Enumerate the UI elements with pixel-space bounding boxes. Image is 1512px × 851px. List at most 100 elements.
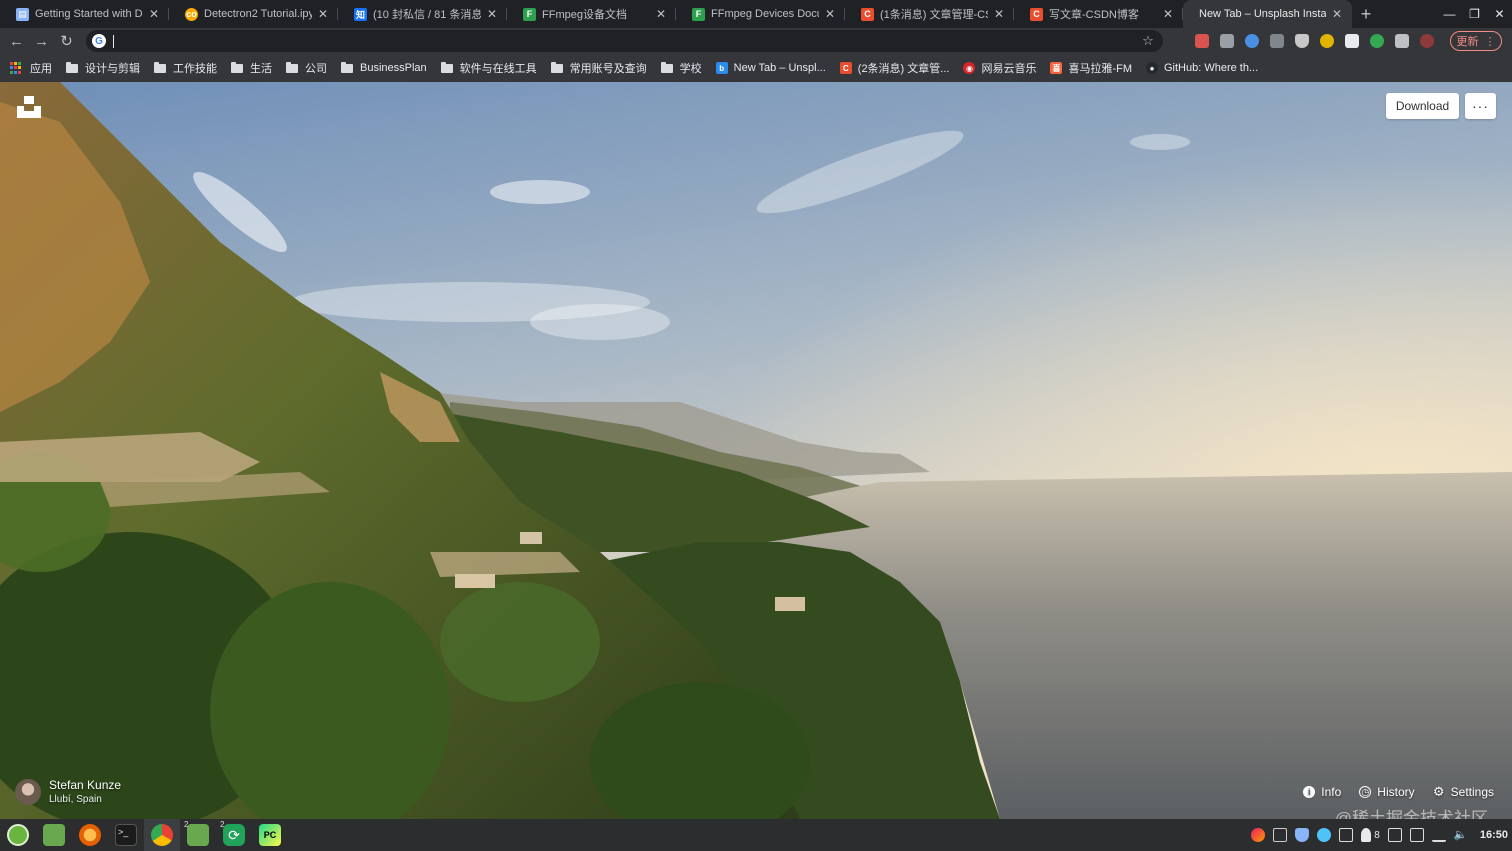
system-tray: 8 🔈 16:50 bbox=[1251, 819, 1512, 851]
shield-icon[interactable] bbox=[1295, 828, 1310, 842]
bookmark-apps[interactable]: 应用 bbox=[10, 60, 52, 76]
tab-ffmpeg-devices-en[interactable]: F FFmpeg Devices Documen ✕ bbox=[676, 0, 845, 28]
settings-link[interactable]: ⚙ Settings bbox=[1433, 784, 1494, 799]
extension-yellow-icon[interactable] bbox=[1320, 34, 1334, 48]
netease-music-icon: ◉ bbox=[963, 62, 976, 74]
clock[interactable]: 16:50 bbox=[1480, 829, 1508, 841]
extensions-puzzle-icon[interactable] bbox=[1395, 34, 1409, 48]
taskbar-files-app[interactable] bbox=[36, 819, 72, 851]
photographer-avatar[interactable] bbox=[15, 778, 41, 805]
close-tab-icon[interactable]: ✕ bbox=[1161, 7, 1175, 21]
volume-icon[interactable]: 🔈 bbox=[1454, 828, 1468, 842]
bookmark-folder-company[interactable]: 公司 bbox=[286, 60, 327, 76]
network-icon[interactable] bbox=[1431, 828, 1446, 842]
folder-green-icon bbox=[187, 824, 209, 846]
taskbar-sync[interactable]: 2 ⟳ bbox=[216, 819, 252, 851]
unsplash-logo-icon[interactable] bbox=[16, 94, 42, 120]
background-photo: Download ··· Stefan Kunze Llubí, Spain i… bbox=[0, 82, 1512, 819]
close-tab-icon[interactable]: ✕ bbox=[992, 7, 1006, 21]
ffmpeg-icon: F bbox=[692, 7, 705, 21]
taskbar-files-workspace[interactable]: 2 bbox=[180, 819, 216, 851]
profile-avatar-icon[interactable] bbox=[1420, 34, 1434, 48]
folder-icon bbox=[66, 61, 78, 73]
google-icon: G bbox=[92, 34, 106, 48]
download-button[interactable]: Download bbox=[1386, 93, 1459, 119]
update-manager-icon[interactable] bbox=[1409, 828, 1424, 842]
tab-getting-started[interactable]: ▤ Getting Started with Dete ✕ bbox=[0, 0, 169, 28]
tab-csdn-write[interactable]: C 写文章-CSDN博客 ✕ bbox=[1014, 0, 1183, 28]
info-link[interactable]: i Info bbox=[1303, 785, 1341, 799]
more-options-button[interactable]: ··· bbox=[1465, 93, 1496, 119]
bookmark-folder-accounts[interactable]: 常用账号及查询 bbox=[550, 60, 647, 76]
history-icon: ◷ bbox=[1359, 786, 1372, 798]
ximalaya-icon: 喜 bbox=[1050, 62, 1063, 74]
extension-red-icon[interactable] bbox=[1195, 34, 1209, 48]
extension-green-check-icon[interactable] bbox=[1370, 34, 1384, 48]
extension-notion-icon[interactable] bbox=[1345, 34, 1359, 48]
linux-mint-menu-icon bbox=[7, 824, 29, 846]
restore-icon[interactable]: ❐ bbox=[1462, 0, 1487, 28]
new-tab-button[interactable]: + bbox=[1352, 0, 1380, 28]
bookmark-folder-school[interactable]: 学校 bbox=[660, 60, 702, 76]
folder-icon bbox=[286, 61, 298, 73]
address-bar[interactable]: G ☆ bbox=[86, 30, 1163, 52]
close-tab-icon[interactable]: ✕ bbox=[147, 7, 161, 21]
bookmark-csdn[interactable]: C (2条消息) 文章管... bbox=[839, 60, 949, 76]
bookmark-netease-music[interactable]: ◉ 网易云音乐 bbox=[963, 60, 1036, 76]
tab-ffmpeg-devices-cn[interactable]: F FFmpeg设备文档 ✕ bbox=[507, 0, 676, 28]
extension-shield-icon[interactable] bbox=[1295, 34, 1309, 48]
bookmark-star-icon[interactable]: ☆ bbox=[1137, 33, 1159, 49]
tab-title: (10 封私信 / 81 条消息) Lin bbox=[373, 9, 481, 21]
notifications-icon[interactable] bbox=[1361, 828, 1372, 842]
firefox-icon bbox=[79, 824, 101, 846]
tab-csdn-article-manage[interactable]: C (1条消息) 文章管理-CSDN ✕ bbox=[845, 0, 1014, 28]
bookmark-github[interactable]: ● GitHub: Where th... bbox=[1146, 62, 1258, 74]
history-label: History bbox=[1377, 785, 1415, 799]
update-button[interactable]: 更新 ⋮ bbox=[1450, 31, 1502, 51]
extension-person-icon[interactable] bbox=[1270, 34, 1284, 48]
bookmark-label: GitHub: Where th... bbox=[1164, 62, 1259, 74]
history-link[interactable]: ◷ History bbox=[1359, 785, 1415, 799]
bookmark-folder-design[interactable]: 设计与剪辑 bbox=[66, 60, 140, 76]
watermark: @稀土掘金技术社区 bbox=[1334, 809, 1488, 819]
back-arrow-icon[interactable]: ← bbox=[4, 28, 29, 54]
bookmark-folder-life[interactable]: 生活 bbox=[231, 60, 272, 76]
bookmark-ximalaya[interactable]: 喜喜马拉雅-FM bbox=[1050, 60, 1132, 76]
reload-icon[interactable]: ↻ bbox=[54, 28, 79, 54]
taskbar-chrome[interactable] bbox=[144, 819, 180, 851]
tab-detectron2-tutorial[interactable]: co Detectron2 Tutorial.ipynb ✕ bbox=[169, 0, 338, 28]
minimize-icon[interactable]: — bbox=[1437, 0, 1462, 28]
close-tab-icon[interactable]: ✕ bbox=[485, 7, 499, 21]
bookmark-label: BusinessPlan bbox=[360, 62, 427, 74]
clipboard-icon[interactable] bbox=[1339, 828, 1354, 842]
bookmark-folder-tools[interactable]: 软件与在线工具 bbox=[440, 60, 537, 76]
taskbar-pycharm[interactable]: PC bbox=[252, 819, 288, 851]
close-tab-icon[interactable]: ✕ bbox=[654, 7, 668, 21]
csdn-icon: C bbox=[861, 7, 874, 21]
address-input[interactable] bbox=[118, 34, 1137, 48]
start-menu-button[interactable] bbox=[0, 819, 36, 851]
tab-unsplash-active[interactable]: New Tab – Unsplash Instant ✕ bbox=[1183, 0, 1352, 28]
browser-toolbar: ← → ↻ G ☆ 更新 ⋮ bbox=[0, 28, 1512, 54]
close-tab-icon[interactable]: ✕ bbox=[1330, 7, 1344, 21]
close-tab-icon[interactable]: ✕ bbox=[316, 7, 330, 21]
keyboard-icon[interactable] bbox=[1273, 828, 1288, 842]
extension-blue-icon[interactable] bbox=[1245, 34, 1259, 48]
tab-zhihu[interactable]: 知 (10 封私信 / 81 条消息) Lin ✕ bbox=[338, 0, 507, 28]
taskbar-terminal[interactable]: >_ bbox=[108, 819, 144, 851]
forward-arrow-icon[interactable]: → bbox=[29, 28, 54, 54]
close-tab-icon[interactable]: ✕ bbox=[823, 7, 837, 21]
tab-title: New Tab – Unsplash Instant bbox=[1199, 8, 1326, 20]
colab-icon: co bbox=[185, 7, 198, 21]
bookmark-folder-work-skills[interactable]: 工作技能 bbox=[154, 60, 217, 76]
printer-icon[interactable] bbox=[1387, 828, 1402, 842]
taskbar-firefox[interactable] bbox=[72, 819, 108, 851]
extension-reader-icon[interactable] bbox=[1220, 34, 1234, 48]
accessibility-icon[interactable] bbox=[1317, 828, 1332, 842]
close-window-icon[interactable]: ✕ bbox=[1487, 0, 1512, 28]
photo-credit[interactable]: Stefan Kunze Llubí, Spain bbox=[15, 778, 121, 805]
tray-app-icon[interactable] bbox=[1251, 828, 1266, 842]
bookmark-folder-businessplan[interactable]: BusinessPlan bbox=[341, 61, 427, 74]
bookmark-unsplash[interactable]: b New Tab – Unspl... bbox=[715, 62, 826, 74]
photographer-name[interactable]: Stefan Kunze bbox=[49, 778, 121, 792]
